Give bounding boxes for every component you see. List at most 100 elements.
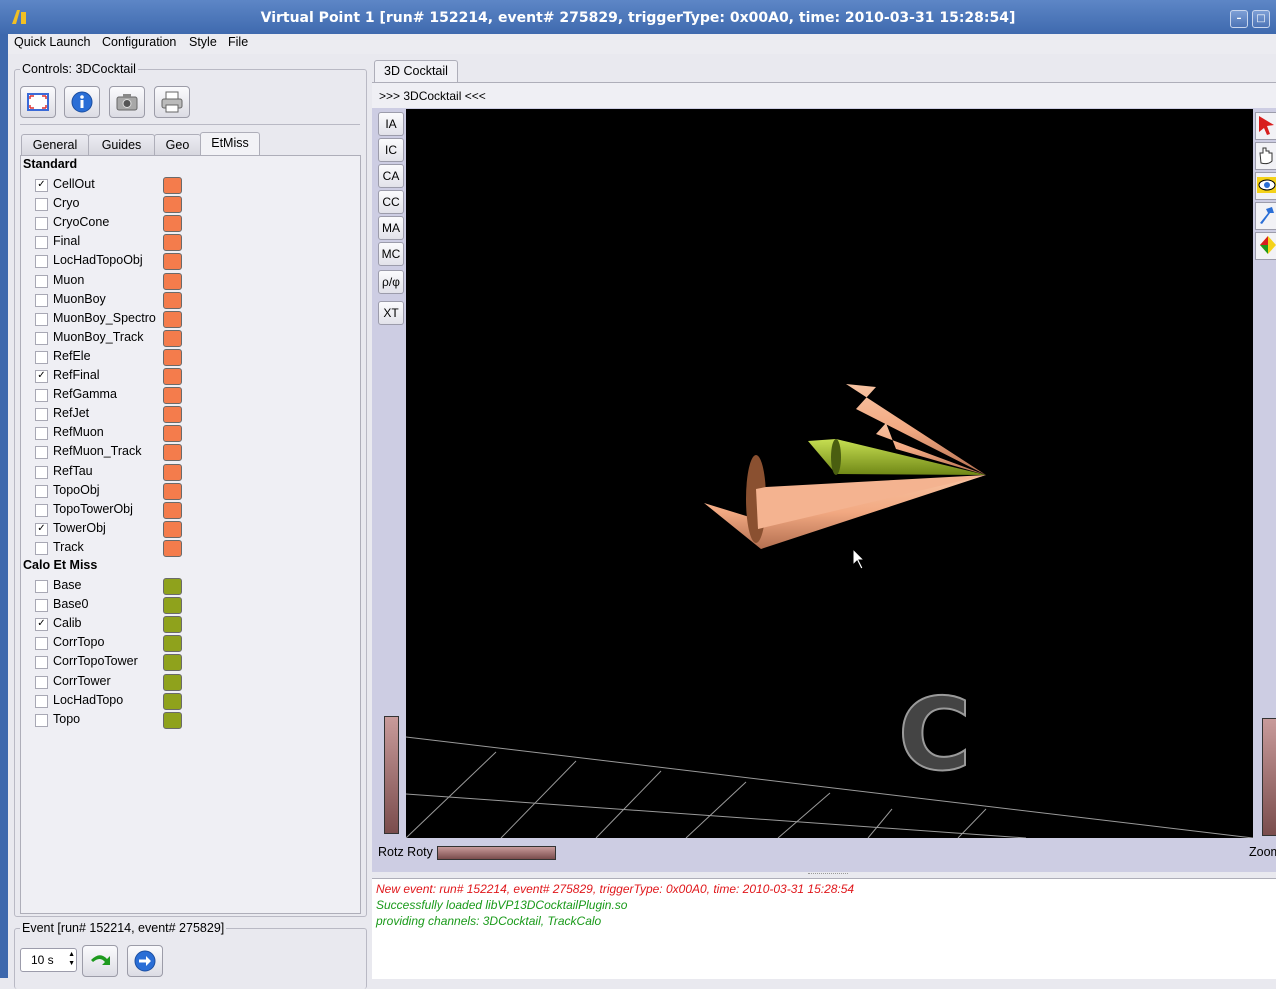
collection-row[interactable]: RefJet [35, 405, 205, 424]
color-swatch-button[interactable] [163, 463, 182, 481]
collection-row[interactable]: CorrTower [35, 673, 205, 692]
minimize-button[interactable]: – [1230, 10, 1248, 28]
menu-file[interactable]: File [228, 35, 248, 49]
collection-checkbox[interactable] [35, 580, 48, 593]
collection-checkbox[interactable] [35, 217, 48, 231]
pan-tool-button[interactable] [1255, 142, 1276, 170]
collection-row[interactable]: ✓ TowerObj [35, 520, 205, 539]
collection-row[interactable]: CorrTopoTower [35, 653, 205, 672]
color-swatch-button[interactable] [163, 425, 182, 443]
color-swatch-button[interactable] [163, 578, 182, 595]
collection-checkbox[interactable] [35, 312, 48, 326]
collection-row[interactable]: RefTau [35, 463, 205, 482]
color-swatch-button[interactable] [163, 177, 182, 194]
color-swatch-button[interactable] [163, 654, 182, 672]
color-swatch-button[interactable] [163, 501, 182, 519]
snapshot-button[interactable] [109, 86, 145, 118]
collection-checkbox[interactable] [35, 465, 48, 479]
collection-row[interactable]: CorrTopo [35, 634, 205, 653]
collection-checkbox[interactable] [35, 389, 48, 403]
zoom-slider-vertical[interactable] [1262, 718, 1276, 836]
view-preset-button[interactable]: XT [378, 301, 404, 325]
collection-row[interactable]: ✓ CellOut [35, 176, 205, 195]
color-swatch-button[interactable] [163, 616, 182, 634]
collection-checkbox[interactable] [35, 713, 48, 727]
color-swatch-button[interactable] [163, 368, 182, 385]
collection-row[interactable]: LocHadTopoObj [35, 252, 205, 271]
menu-style[interactable]: Style [189, 35, 217, 49]
interval-spinbox[interactable]: 10 s ▲ ▼ [20, 948, 77, 972]
color-swatch-button[interactable] [163, 692, 182, 710]
collection-row[interactable]: MuonBoy_Track [35, 329, 205, 348]
collection-row[interactable]: Cryo [35, 195, 205, 214]
tab-geo[interactable]: Geo [154, 134, 201, 155]
collection-checkbox[interactable] [35, 274, 48, 288]
next-event-auto-button[interactable] [82, 945, 118, 977]
color-swatch-button[interactable] [163, 272, 182, 290]
collection-checkbox[interactable] [35, 599, 48, 613]
color-swatch-button[interactable] [163, 291, 182, 309]
color-swatch-button[interactable] [163, 673, 182, 691]
collection-row[interactable]: TopoObj [35, 482, 205, 501]
home-tool-button[interactable] [1255, 232, 1276, 260]
color-swatch-button[interactable] [163, 348, 182, 366]
collection-row[interactable]: RefGamma [35, 386, 205, 405]
collection-row[interactable]: RefMuon [35, 424, 205, 443]
collection-checkbox[interactable]: ✓ [35, 370, 48, 383]
view-preset-button[interactable]: CA [378, 164, 404, 188]
color-swatch-button[interactable] [163, 329, 182, 347]
view-preset-button[interactable]: ρ/φ [378, 270, 404, 294]
view-preset-button[interactable]: MA [378, 216, 404, 240]
collection-row[interactable]: LocHadTopo [35, 692, 205, 711]
info-button[interactable] [64, 86, 100, 118]
color-swatch-button[interactable] [163, 520, 182, 538]
print-button[interactable] [154, 86, 190, 118]
color-swatch-button[interactable] [163, 310, 182, 328]
color-swatch-button[interactable] [163, 539, 182, 557]
collection-checkbox[interactable] [35, 694, 48, 708]
collection-row[interactable]: RefEle [35, 348, 205, 367]
collection-checkbox[interactable] [35, 331, 48, 345]
collection-checkbox[interactable] [35, 408, 48, 422]
tab-3d-cocktail[interactable]: 3D Cocktail [374, 60, 458, 83]
color-swatch-button[interactable] [163, 635, 182, 653]
tab-guides[interactable]: Guides [88, 134, 155, 155]
collection-row[interactable]: ✓ RefFinal [35, 367, 205, 386]
color-swatch-button[interactable] [163, 482, 182, 500]
collection-checkbox[interactable] [35, 236, 48, 250]
maximize-button[interactable]: □ [1252, 10, 1270, 28]
collection-checkbox[interactable] [35, 484, 48, 498]
view-preset-button[interactable]: IC [378, 138, 404, 162]
collection-checkbox[interactable] [35, 255, 48, 269]
spin-arrows-icon[interactable]: ▲ ▼ [68, 950, 75, 968]
collection-row[interactable]: RefMuon_Track [35, 443, 205, 462]
color-swatch-button[interactable] [163, 253, 182, 271]
fullscreen-button[interactable] [20, 86, 56, 118]
color-swatch-button[interactable] [163, 215, 182, 233]
collection-row[interactable]: Base [35, 577, 205, 596]
collection-row[interactable]: Muon [35, 272, 205, 291]
collection-row[interactable]: Final [35, 233, 205, 252]
collection-checkbox[interactable] [35, 656, 48, 670]
view-all-button[interactable] [1255, 172, 1276, 200]
collection-row[interactable]: MuonBoy_Spectro [35, 310, 205, 329]
collection-checkbox[interactable]: ✓ [35, 179, 48, 192]
color-swatch-button[interactable] [163, 196, 182, 214]
color-swatch-button[interactable] [163, 597, 182, 615]
collection-row[interactable]: TopoTowerObj [35, 501, 205, 520]
color-swatch-button[interactable] [163, 387, 182, 405]
collection-row[interactable]: Topo [35, 711, 205, 730]
collection-row[interactable]: CryoCone [35, 214, 205, 233]
collection-checkbox[interactable]: ✓ [35, 522, 48, 536]
collection-checkbox[interactable] [35, 427, 48, 441]
collection-row[interactable]: ✓ Calib [35, 615, 205, 634]
collection-checkbox[interactable] [35, 637, 48, 651]
menu-quick-launch[interactable]: Quick Launch [14, 35, 90, 49]
3d-canvas[interactable]: C [406, 109, 1253, 838]
collection-checkbox[interactable] [35, 293, 48, 307]
collection-checkbox[interactable] [35, 503, 48, 517]
collection-checkbox[interactable]: ✓ [35, 618, 48, 632]
collection-row[interactable]: Track [35, 539, 205, 558]
splitter-handle[interactable] [808, 873, 848, 877]
tab-general[interactable]: General [21, 134, 89, 155]
